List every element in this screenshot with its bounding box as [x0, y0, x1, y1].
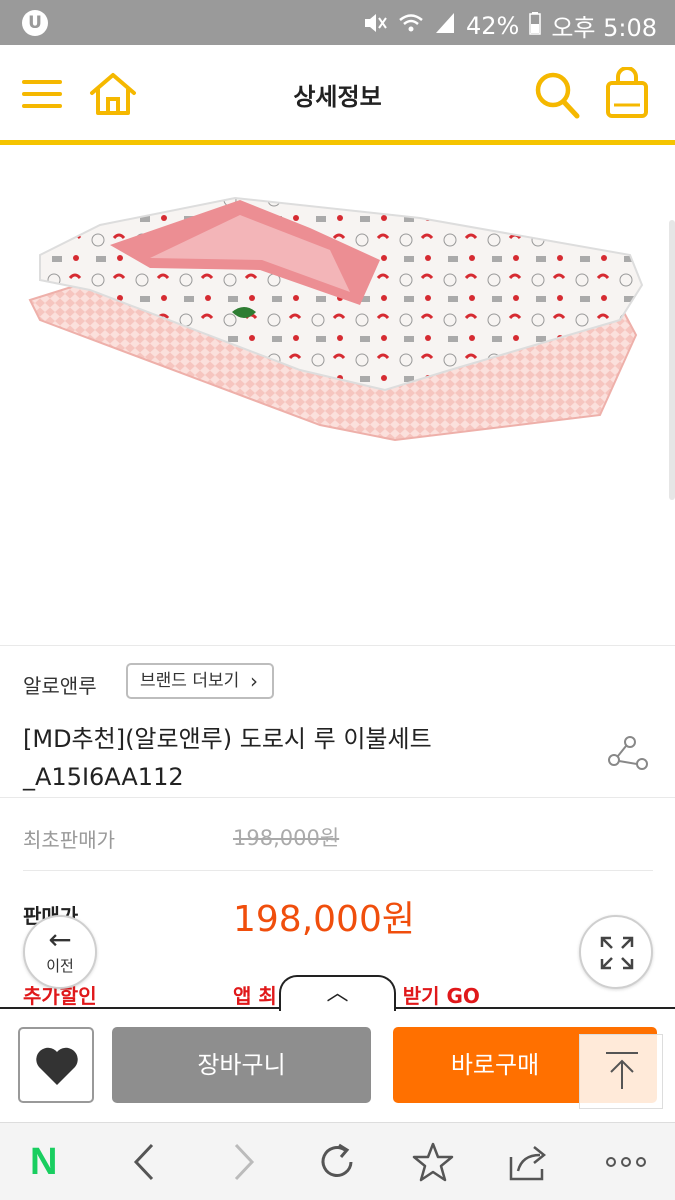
heart-icon [36, 1047, 78, 1085]
mute-icon [362, 11, 388, 41]
wishlist-button[interactable] [18, 1027, 94, 1103]
expand-icon [600, 936, 634, 970]
wifi-icon [398, 11, 424, 41]
clock: 오후 5:08 [551, 14, 657, 42]
battery-icon [529, 11, 542, 41]
arrow-up-icon [606, 1052, 638, 1089]
refresh-icon[interactable] [315, 1141, 361, 1183]
shopping-bag-icon[interactable] [604, 66, 650, 119]
purchase-bar-toggle[interactable]: ︿ [279, 975, 396, 1011]
back-button[interactable]: ← 이전 [23, 915, 97, 989]
browser-nav-bar: N [0, 1122, 675, 1200]
signal-icon [434, 11, 456, 41]
arrow-left-icon: ← [48, 923, 72, 956]
share-icon[interactable] [506, 1141, 552, 1183]
product-title: [MD추천](알로앤루) 도로시 루 이불세트 _A15I6AA112 [23, 725, 432, 791]
brand-more-button[interactable]: 브랜드 더보기 › [126, 663, 274, 699]
forward-icon[interactable] [220, 1141, 266, 1183]
divider [0, 797, 675, 798]
more-icon[interactable] [603, 1141, 649, 1183]
app-header: 상세정보 [0, 45, 675, 145]
brand-name: 알로앤루 [23, 674, 97, 698]
bookmark-star-icon[interactable] [410, 1141, 456, 1183]
divider [23, 870, 653, 871]
brand-more-label: 브랜드 더보기 [140, 671, 240, 691]
back-label: 이전 [46, 957, 74, 975]
search-icon[interactable] [533, 70, 581, 120]
add-to-cart-button[interactable]: 장바구니 [112, 1027, 371, 1103]
original-price: 198,000원 [233, 826, 340, 850]
carrier-logo-icon: U [22, 10, 48, 36]
original-price-label: 최초판매가 [23, 828, 115, 852]
chevron-right-icon: › [250, 669, 258, 693]
back-icon[interactable] [124, 1141, 170, 1183]
battery-percent: 42% [465, 11, 520, 40]
naver-logo-icon[interactable]: N [30, 1141, 76, 1183]
fullscreen-button[interactable] [579, 915, 653, 989]
scroll-indicator[interactable] [669, 220, 675, 500]
share-icon[interactable] [606, 736, 650, 772]
product-image[interactable] [0, 150, 675, 645]
chevron-up-icon: ︿ [326, 981, 349, 1006]
status-bar: U 42% 오후 5:08 [0, 0, 675, 45]
scroll-to-top-button[interactable] [579, 1034, 663, 1109]
sale-price: 198,000원 [233, 899, 415, 940]
divider [0, 645, 675, 646]
